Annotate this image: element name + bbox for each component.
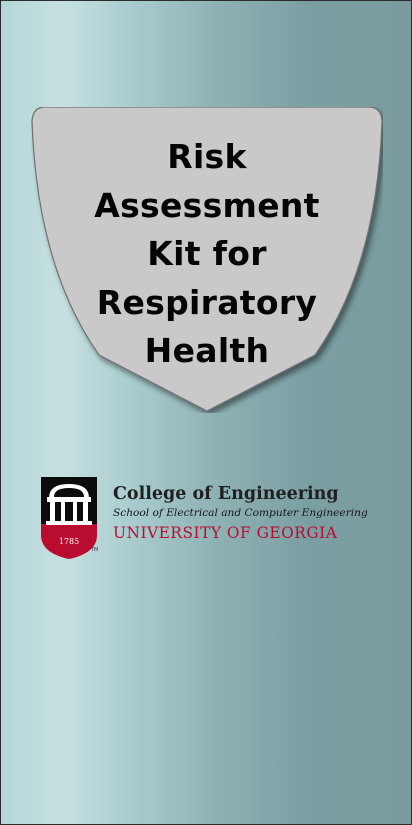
college-logo: 1785 TM College of Engineering School of… — [41, 477, 386, 559]
logo-text: College of Engineering School of Electri… — [113, 483, 368, 545]
trademark-mark: TM — [91, 547, 99, 553]
school-name: School of Electrical and Computer Engine… — [113, 507, 368, 519]
cover-title: Risk Assessment Kit for Respiratory Heal… — [94, 137, 320, 370]
cover-page: Risk Assessment Kit for Respiratory Heal… — [0, 0, 412, 825]
college-name: College of Engineering — [113, 484, 339, 504]
title-badge: Risk Assessment Kit for Respiratory Heal… — [31, 107, 383, 413]
university-name: UNIVERSITY OF GEORGIA — [113, 524, 338, 542]
founding-year: 1785 — [59, 537, 79, 546]
